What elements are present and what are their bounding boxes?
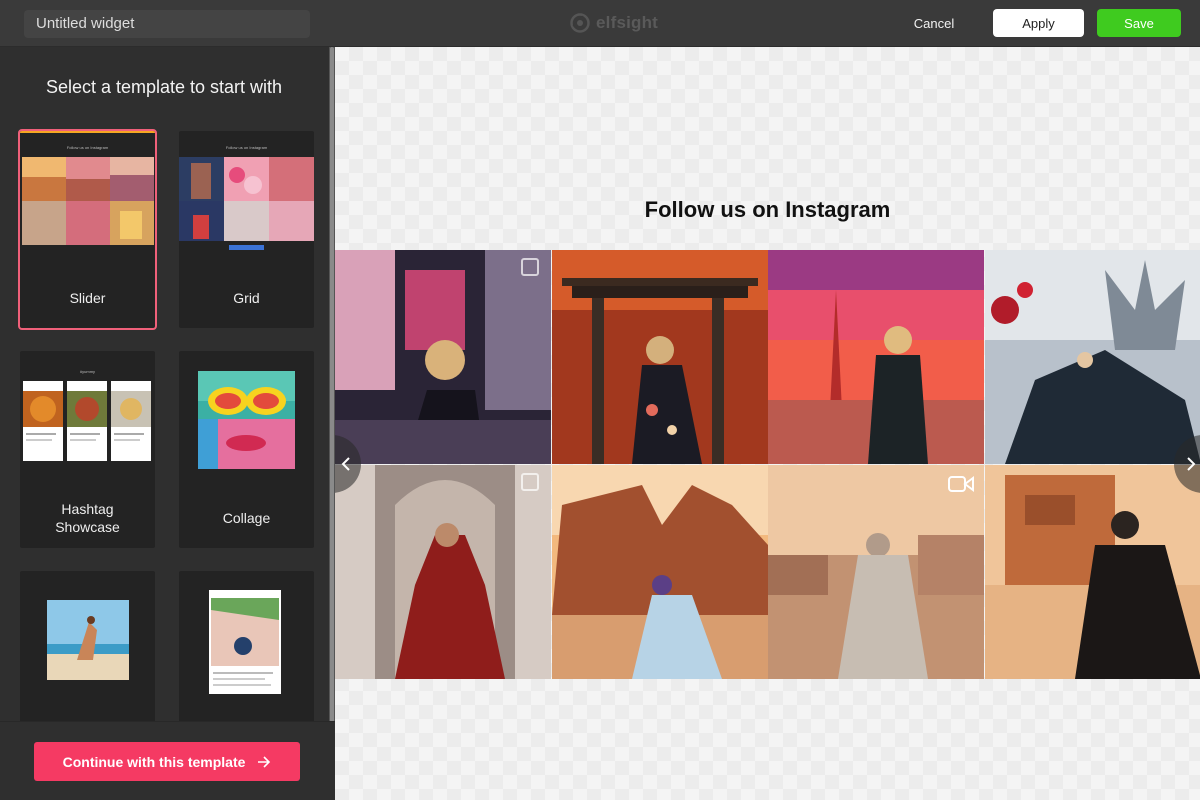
- top-bar: elfsight Cancel Apply Save: [0, 0, 1200, 47]
- template-thumbnail: [47, 600, 129, 680]
- continue-label: Continue with this template: [62, 753, 246, 770]
- grid-thumbnail: Follow us on Instagram: [179, 145, 314, 255]
- card-label: Collage: [222, 510, 271, 526]
- arrow-right-icon: [258, 755, 271, 768]
- brand-logo: elfsight: [570, 11, 658, 35]
- template-card-6[interactable]: [179, 571, 314, 731]
- card-label: Slider: [69, 290, 106, 306]
- mini-title: Follow us on Instagram: [225, 145, 268, 150]
- cancel-button[interactable]: Cancel: [900, 10, 968, 36]
- feed-title: Follow us on Instagram: [644, 197, 891, 222]
- feed-tile[interactable]: [552, 465, 768, 679]
- video-icon: [948, 476, 974, 492]
- apply-button[interactable]: Apply: [993, 9, 1084, 37]
- feed-tile[interactable]: [552, 250, 768, 464]
- sidebar-title: Select a template to start with: [45, 77, 283, 97]
- selected-indicator: [20, 131, 155, 133]
- widget-name-input[interactable]: [24, 10, 310, 38]
- template-card-5[interactable]: [20, 571, 155, 731]
- elfsight-logo-icon: [570, 13, 590, 33]
- template-thumbnail: [209, 590, 281, 694]
- sidebar-scrollbar-thumb[interactable]: [330, 47, 334, 722]
- multi-photo-icon: [521, 473, 539, 491]
- template-card-slider[interactable]: Follow us on Instagram Slider: [18, 129, 157, 330]
- sidebar-footer: Continue with this template: [0, 721, 335, 800]
- multi-photo-icon: [521, 258, 539, 276]
- feed-tile[interactable]: [335, 250, 551, 464]
- instagram-feed-grid: [335, 250, 1200, 679]
- mini-title: #yummy: [79, 369, 96, 374]
- feed-tile[interactable]: [985, 465, 1200, 679]
- template-card-hashtag-showcase[interactable]: #yummy Hashtag Showcase: [20, 351, 155, 548]
- feed-tile[interactable]: [985, 250, 1200, 464]
- template-sidebar: Select a template to start with Follow u…: [0, 47, 335, 800]
- card-label-line1: Hashtag: [61, 501, 114, 517]
- feed-tile[interactable]: [768, 250, 984, 464]
- card-label-line2: Showcase: [55, 519, 120, 535]
- chevron-right-icon: [1187, 457, 1196, 471]
- brand-name: elfsight: [596, 13, 659, 32]
- slider-thumbnail: Follow us on Instagram: [20, 145, 155, 247]
- template-card-collage[interactable]: Collage: [179, 351, 314, 548]
- feed-tile[interactable]: [768, 465, 984, 679]
- mini-title: Follow us on Instagram: [66, 145, 109, 150]
- chevron-left-icon: [341, 457, 350, 471]
- template-card-grid[interactable]: Follow us on Instagram Grid: [179, 131, 314, 328]
- collage-thumbnail: [198, 371, 295, 469]
- widget-preview: Follow us on Instagram: [335, 47, 1200, 800]
- hashtag-thumbnail: #yummy: [20, 369, 155, 464]
- save-button[interactable]: Save: [1097, 9, 1181, 37]
- continue-button[interactable]: Continue with this template: [34, 742, 300, 781]
- feed-tile[interactable]: [335, 465, 551, 679]
- card-label: Grid: [233, 290, 260, 306]
